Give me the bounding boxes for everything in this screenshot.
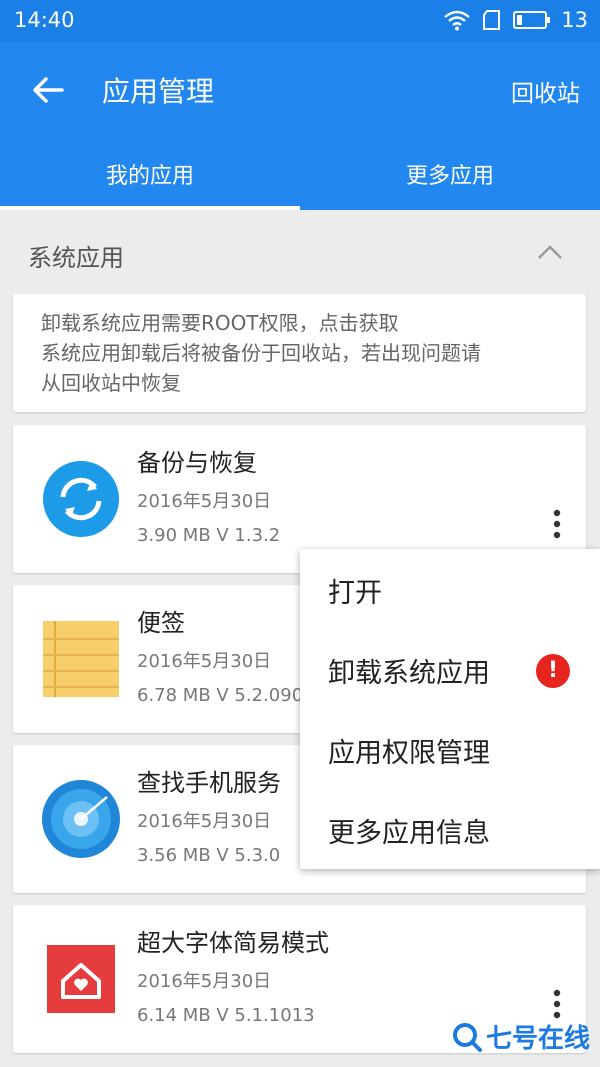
app-date: 2016年5月30日	[137, 811, 272, 832]
page-title: 应用管理	[102, 75, 215, 108]
menu-item-uninstall[interactable]: 卸载系统应用	[328, 651, 490, 690]
status-time: 14:40	[14, 8, 75, 32]
app-size-version: 6.78 MB V 5.2.090	[137, 685, 304, 706]
context-menu: 打开 卸载系统应用 ! 应用权限管理 更多应用信息	[300, 549, 600, 869]
status-bar: 14:40 13	[0, 0, 600, 42]
backup-restore-icon	[43, 461, 119, 537]
menu-item-open[interactable]: 打开	[328, 571, 382, 610]
app-size-version: 6.14 MB V 5.1.1013	[137, 1005, 315, 1026]
back-arrow-icon[interactable]	[28, 70, 68, 110]
notice-line: 从回收站中恢复	[41, 371, 181, 395]
wifi-icon	[444, 10, 471, 31]
more-vert-icon[interactable]	[552, 989, 562, 1019]
warning-badge-icon: !	[536, 654, 570, 688]
root-notice[interactable]: 卸载系统应用需要ROOT权限，点击获取 系统应用卸载后将被备份于回收站，若出现问…	[13, 294, 586, 412]
tab-my-apps[interactable]: 我的应用	[0, 158, 300, 190]
app-name: 备份与恢复	[137, 449, 257, 477]
watermark: 七号在线	[452, 1018, 590, 1055]
recycle-bin-button[interactable]: 回收站	[511, 74, 580, 108]
battery-level: 13	[561, 8, 588, 32]
watermark-text: 七号在线	[485, 1024, 590, 1054]
menu-item-app-info[interactable]: 更多应用信息	[328, 811, 490, 850]
app-size-version: 3.90 MB V 1.3.2	[137, 525, 281, 546]
app-name: 查找手机服务	[137, 769, 281, 797]
app-date: 2016年5月30日	[137, 491, 272, 512]
chevron-up-icon[interactable]	[536, 242, 564, 262]
search-q-icon	[452, 1022, 482, 1052]
tab-more-apps[interactable]: 更多应用	[300, 158, 600, 190]
menu-item-permissions[interactable]: 应用权限管理	[328, 731, 490, 770]
battery-icon	[513, 11, 551, 29]
app-bar: 应用管理 回收站 我的应用 更多应用	[0, 42, 600, 210]
app-date: 2016年5月30日	[137, 651, 272, 672]
home-heart-icon	[47, 945, 115, 1013]
notes-icon	[43, 621, 119, 697]
status-icons: 13	[443, 8, 588, 32]
app-date: 2016年5月30日	[137, 971, 272, 992]
notice-line: 卸载系统应用需要ROOT权限，点击获取	[41, 311, 399, 335]
notice-line: 系统应用卸载后将被备份于回收站，若出现问题请	[41, 341, 481, 365]
app-name: 便签	[137, 609, 185, 637]
app-name: 超大字体简易模式	[137, 929, 329, 957]
radar-icon	[42, 780, 120, 858]
section-header[interactable]: 系统应用	[0, 210, 600, 294]
sim-icon	[483, 10, 501, 30]
section-title: 系统应用	[28, 244, 124, 272]
app-size-version: 3.56 MB V 5.3.0	[137, 845, 281, 866]
more-vert-icon[interactable]	[552, 509, 562, 539]
